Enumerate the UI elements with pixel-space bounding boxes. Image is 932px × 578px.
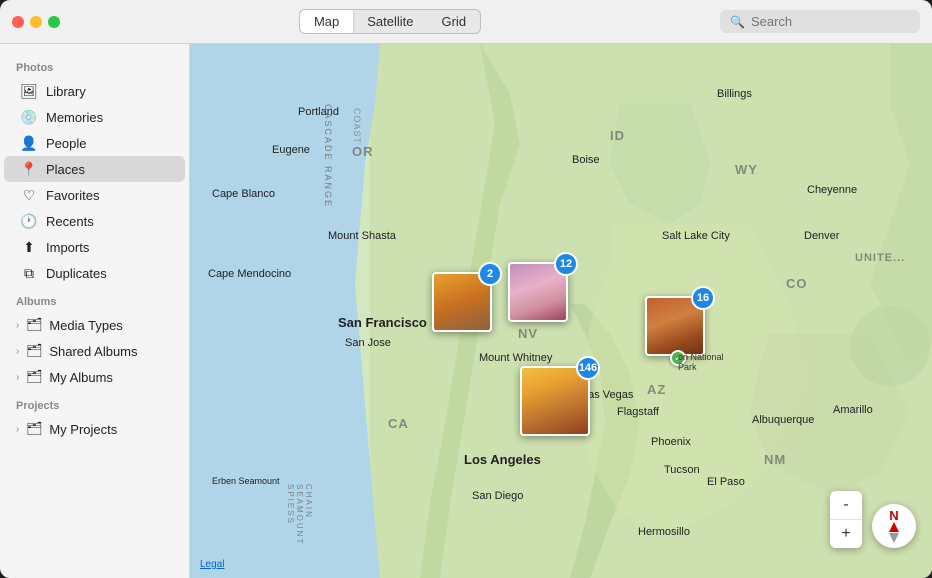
sidebar: Photos 🖼 Library 💿 Memories 👤 People 📍 P…: [0, 44, 190, 578]
close-button[interactable]: [12, 16, 24, 28]
titlebar: Map Satellite Grid 🔍: [0, 0, 932, 44]
chevron-right-icon: ›: [16, 320, 19, 331]
view-controls: Map Satellite Grid: [68, 9, 712, 34]
app-window: Map Satellite Grid 🔍 Photos 🖼 Library 💿 …: [0, 0, 932, 578]
sidebar-item-media-types[interactable]: › 🗂 Media Types: [0, 312, 189, 338]
compass-arrow-south: [889, 533, 899, 543]
people-icon: 👤: [20, 134, 38, 152]
chevron-right-icon: ›: [16, 424, 19, 435]
sidebar-item-label: Shared Albums: [49, 344, 137, 359]
search-icon: 🔍: [730, 15, 745, 29]
sidebar-item-library[interactable]: 🖼 Library: [4, 78, 185, 104]
sidebar-item-imports[interactable]: ⬆ Imports: [4, 234, 185, 260]
imports-icon: ⬆: [20, 238, 38, 256]
compass-arrow-north: [889, 522, 899, 532]
favorites-icon: ♡: [20, 186, 38, 204]
places-icon: 📍: [20, 160, 38, 178]
national-park-label: on NationalPark: [678, 352, 724, 372]
pin-count-16: 16: [691, 286, 715, 310]
map-area[interactable]: Portland Eugene Billings Boise Salt Lake…: [190, 44, 932, 578]
zoom-out-button[interactable]: -: [830, 491, 862, 519]
sidebar-item-label: Favorites: [46, 188, 99, 203]
pin-count-2: 2: [478, 262, 502, 286]
grid-view-button[interactable]: Grid: [427, 10, 480, 33]
duplicates-icon: ⧉: [20, 264, 38, 282]
compass-north-indicator: N: [889, 509, 898, 522]
sidebar-item-memories[interactable]: 💿 Memories: [4, 104, 185, 130]
traffic-lights: [12, 16, 60, 28]
shared-albums-icon: 🗂: [25, 342, 43, 360]
sidebar-item-label: Memories: [46, 110, 103, 125]
chevron-right-icon: ›: [16, 346, 19, 357]
main-content: Photos 🖼 Library 💿 Memories 👤 People 📍 P…: [0, 44, 932, 578]
sidebar-item-label: People: [46, 136, 86, 151]
zoom-controls: - +: [830, 491, 862, 548]
maximize-button[interactable]: [48, 16, 60, 28]
sidebar-item-recents[interactable]: 🕐 Recents: [4, 208, 185, 234]
sidebar-item-my-albums[interactable]: › 🗂 My Albums: [0, 364, 189, 390]
legal-link[interactable]: Legal: [200, 559, 224, 570]
pin-count-12: 12: [554, 252, 578, 276]
sidebar-item-label: Imports: [46, 240, 89, 255]
projects-section-label: Projects: [0, 390, 189, 416]
minimize-button[interactable]: [30, 16, 42, 28]
photos-section-label: Photos: [0, 52, 189, 78]
sidebar-item-label: Recents: [46, 214, 94, 229]
my-albums-icon: 🗂: [25, 368, 43, 386]
search-input[interactable]: [751, 14, 891, 29]
media-types-icon: 🗂: [25, 316, 43, 334]
sidebar-item-label: Places: [46, 162, 85, 177]
photo-pin-la[interactable]: 146: [520, 366, 590, 436]
sidebar-item-duplicates[interactable]: ⧉ Duplicates: [4, 260, 185, 286]
photo-pin-sacramento[interactable]: 12: [508, 262, 568, 322]
photo-pin-national-park[interactable]: 16: [645, 296, 705, 356]
photo-pin-reno[interactable]: 2: [432, 272, 492, 332]
sidebar-item-label: Duplicates: [46, 266, 107, 281]
sidebar-item-label: Media Types: [49, 318, 122, 333]
my-projects-icon: 🗂: [25, 420, 43, 438]
pin-count-146: 146: [576, 356, 600, 380]
sidebar-item-label: My Albums: [49, 370, 113, 385]
albums-section-label: Albums: [0, 286, 189, 312]
search-bar[interactable]: 🔍: [720, 10, 920, 33]
memories-icon: 💿: [20, 108, 38, 126]
sidebar-item-label: My Projects: [49, 422, 117, 437]
library-icon: 🖼: [20, 82, 38, 100]
map-view-button[interactable]: Map: [300, 10, 353, 33]
sidebar-item-shared-albums[interactable]: › 🗂 Shared Albums: [0, 338, 189, 364]
zoom-in-button[interactable]: +: [830, 520, 862, 548]
compass: N: [872, 504, 916, 548]
view-toggle: Map Satellite Grid: [299, 9, 481, 34]
recents-icon: 🕐: [20, 212, 38, 230]
chevron-right-icon: ›: [16, 372, 19, 383]
sidebar-item-favorites[interactable]: ♡ Favorites: [4, 182, 185, 208]
sidebar-item-places[interactable]: 📍 Places: [4, 156, 185, 182]
sidebar-item-my-projects[interactable]: › 🗂 My Projects: [0, 416, 189, 442]
sidebar-item-people[interactable]: 👤 People: [4, 130, 185, 156]
sidebar-item-label: Library: [46, 84, 86, 99]
satellite-view-button[interactable]: Satellite: [353, 10, 427, 33]
